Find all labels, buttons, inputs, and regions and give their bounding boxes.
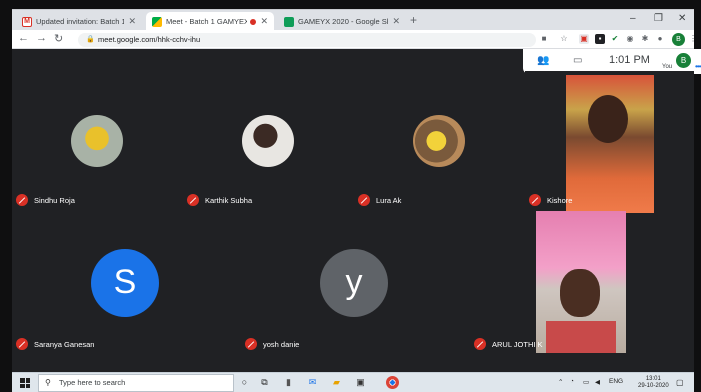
language-indicator[interactable]: ENG (609, 378, 623, 385)
chat-icon[interactable]: ▭ (573, 55, 582, 66)
clock-time: 13:01 (645, 376, 661, 382)
tab-strip: M Updated invitation: Batch 1 GAM ✕ Meet… (12, 9, 694, 31)
avatar (71, 115, 123, 167)
clothing (546, 321, 616, 353)
minimize-icon[interactable]: – (630, 13, 636, 24)
participant-tile[interactable]: Karthik Subha (183, 71, 353, 211)
menu-icon[interactable]: ⋮ (688, 34, 698, 44)
avatar: y (320, 249, 388, 317)
cortana-icon[interactable]: ○ (238, 376, 251, 389)
network-icon[interactable]: ◔ (570, 378, 574, 385)
participant-name: Karthik Subha (205, 195, 253, 205)
mic-off-icon (187, 194, 199, 206)
microphone-app-icon[interactable]: ▮ (282, 376, 295, 389)
new-tab-button[interactable]: + (410, 13, 417, 27)
taskbar-clock[interactable]: 13:01 29-10-2020 (638, 376, 669, 390)
meet-grid: 👥 ▭ 1:01 PM You B ••• Sindhu Roja Karthi… (12, 49, 701, 372)
search-icon: ⚲ (45, 378, 51, 387)
participant-name: Kishore (547, 195, 573, 205)
you-label: You (662, 64, 673, 70)
maximize-icon[interactable]: ❐ (654, 13, 663, 24)
participant-name: yosh danie (263, 339, 300, 349)
mic-off-icon (16, 194, 28, 206)
mic-off-icon (358, 194, 370, 206)
search-placeholder: Type here to search (59, 378, 126, 387)
mic-off-icon (529, 194, 541, 206)
gmail-icon: M (22, 16, 32, 27)
taskbar-search[interactable]: ⚲ Type here to search (38, 374, 234, 392)
face (588, 95, 628, 143)
forward-icon[interactable]: → (36, 32, 47, 44)
reload-icon[interactable]: ↻ (54, 32, 63, 45)
participant-tile[interactable]: Sindhu Roja (12, 71, 182, 211)
lock-icon: 🔒 (86, 36, 95, 43)
tab-title: Meet - Batch 1 GAMYEX Fin (166, 17, 248, 26)
meeting-time: 1:01 PM (609, 54, 650, 66)
profile-avatar[interactable]: B (672, 33, 685, 46)
screen: M Updated invitation: Batch 1 GAM ✕ Meet… (0, 0, 701, 392)
sheets-icon (284, 16, 294, 27)
people-icon[interactable]: 👥 (537, 55, 549, 66)
participant-tile[interactable]: Lura Ak (354, 71, 524, 211)
volume-icon[interactable]: ◀ (595, 378, 600, 386)
windows-taskbar: ⚲ Type here to search ○ ⧉ ▮ ✉ ▰ ▣ ⌃ ◔ ▭ … (12, 372, 694, 392)
meet-icon (152, 16, 162, 27)
extension-icon[interactable]: ▪ (595, 34, 605, 44)
participant-name: Sindhu Roja (34, 195, 75, 205)
browser-toolbar: ← → ↻ 🔒 meet.google.com/hhk-cchv-ihu ■ ☆… (12, 30, 697, 49)
close-icon[interactable]: ✕ (392, 16, 400, 27)
mail-icon[interactable]: ✉ (306, 376, 319, 389)
self-avatar[interactable]: B (676, 53, 691, 68)
participant-video (566, 75, 654, 213)
close-icon[interactable]: ✕ (128, 16, 136, 27)
participant-name: Lura Ak (376, 195, 402, 205)
close-window-icon[interactable]: ✕ (678, 13, 686, 24)
file-explorer-icon[interactable]: ▰ (330, 376, 343, 389)
back-icon[interactable]: ← (18, 32, 29, 44)
puzzle-icon[interactable]: ✱ (640, 34, 650, 44)
participant-tile[interactable]: ARUL JOTHI K (470, 211, 694, 354)
url-text: meet.google.com/hhk-cchv-ihu (98, 35, 201, 44)
battery-icon[interactable]: ▭ (583, 378, 589, 386)
avatar: S (91, 249, 159, 317)
extension-icon[interactable]: ● (655, 34, 665, 44)
mic-off-icon (16, 338, 28, 350)
tab-meet[interactable]: Meet - Batch 1 GAMYEX Fin ✕ (146, 12, 274, 31)
recording-icon (250, 18, 257, 25)
windows-start-icon[interactable] (20, 378, 30, 388)
extension-icon[interactable]: ▣ (579, 34, 589, 44)
participant-name: ARUL JOTHI K (492, 339, 543, 349)
participant-tile[interactable]: Kishore (525, 71, 694, 213)
chevron-up-icon[interactable]: ⌃ (558, 378, 563, 386)
mic-off-icon (474, 338, 486, 350)
participant-video (536, 211, 626, 353)
participant-tile[interactable]: S Saranya Ganesan (12, 214, 240, 354)
avatar (413, 115, 465, 167)
participant-name: Saranya Ganesan (34, 339, 95, 349)
camera-icon[interactable]: ■ (539, 34, 549, 44)
notification-icon[interactable]: ▢ (676, 378, 684, 387)
face (560, 269, 600, 317)
tab-gmail[interactable]: M Updated invitation: Batch 1 GAM ✕ (16, 12, 142, 31)
close-icon[interactable]: ✕ (260, 16, 268, 27)
check-icon[interactable]: ✔ (610, 34, 620, 44)
avatar (242, 115, 294, 167)
store-icon[interactable]: ▣ (354, 376, 367, 389)
participant-tile[interactable]: y yosh danie (241, 214, 469, 354)
more-dots-icon: ••• (695, 62, 701, 71)
clock-date: 29-10-2020 (638, 383, 669, 389)
tab-title: GAMEYX 2020 - Google Sheets (298, 17, 388, 26)
star-icon[interactable]: ☆ (559, 34, 569, 44)
address-bar[interactable]: 🔒 meet.google.com/hhk-cchv-ihu (78, 33, 536, 47)
extension-icon[interactable]: ◉ (625, 34, 635, 44)
task-view-icon[interactable]: ⧉ (258, 376, 271, 389)
mic-off-icon (245, 338, 257, 350)
tab-sheets[interactable]: GAMEYX 2020 - Google Sheets ✕ (278, 12, 406, 31)
chrome-icon[interactable] (386, 376, 399, 389)
tab-title: Updated invitation: Batch 1 GAM (36, 17, 125, 26)
